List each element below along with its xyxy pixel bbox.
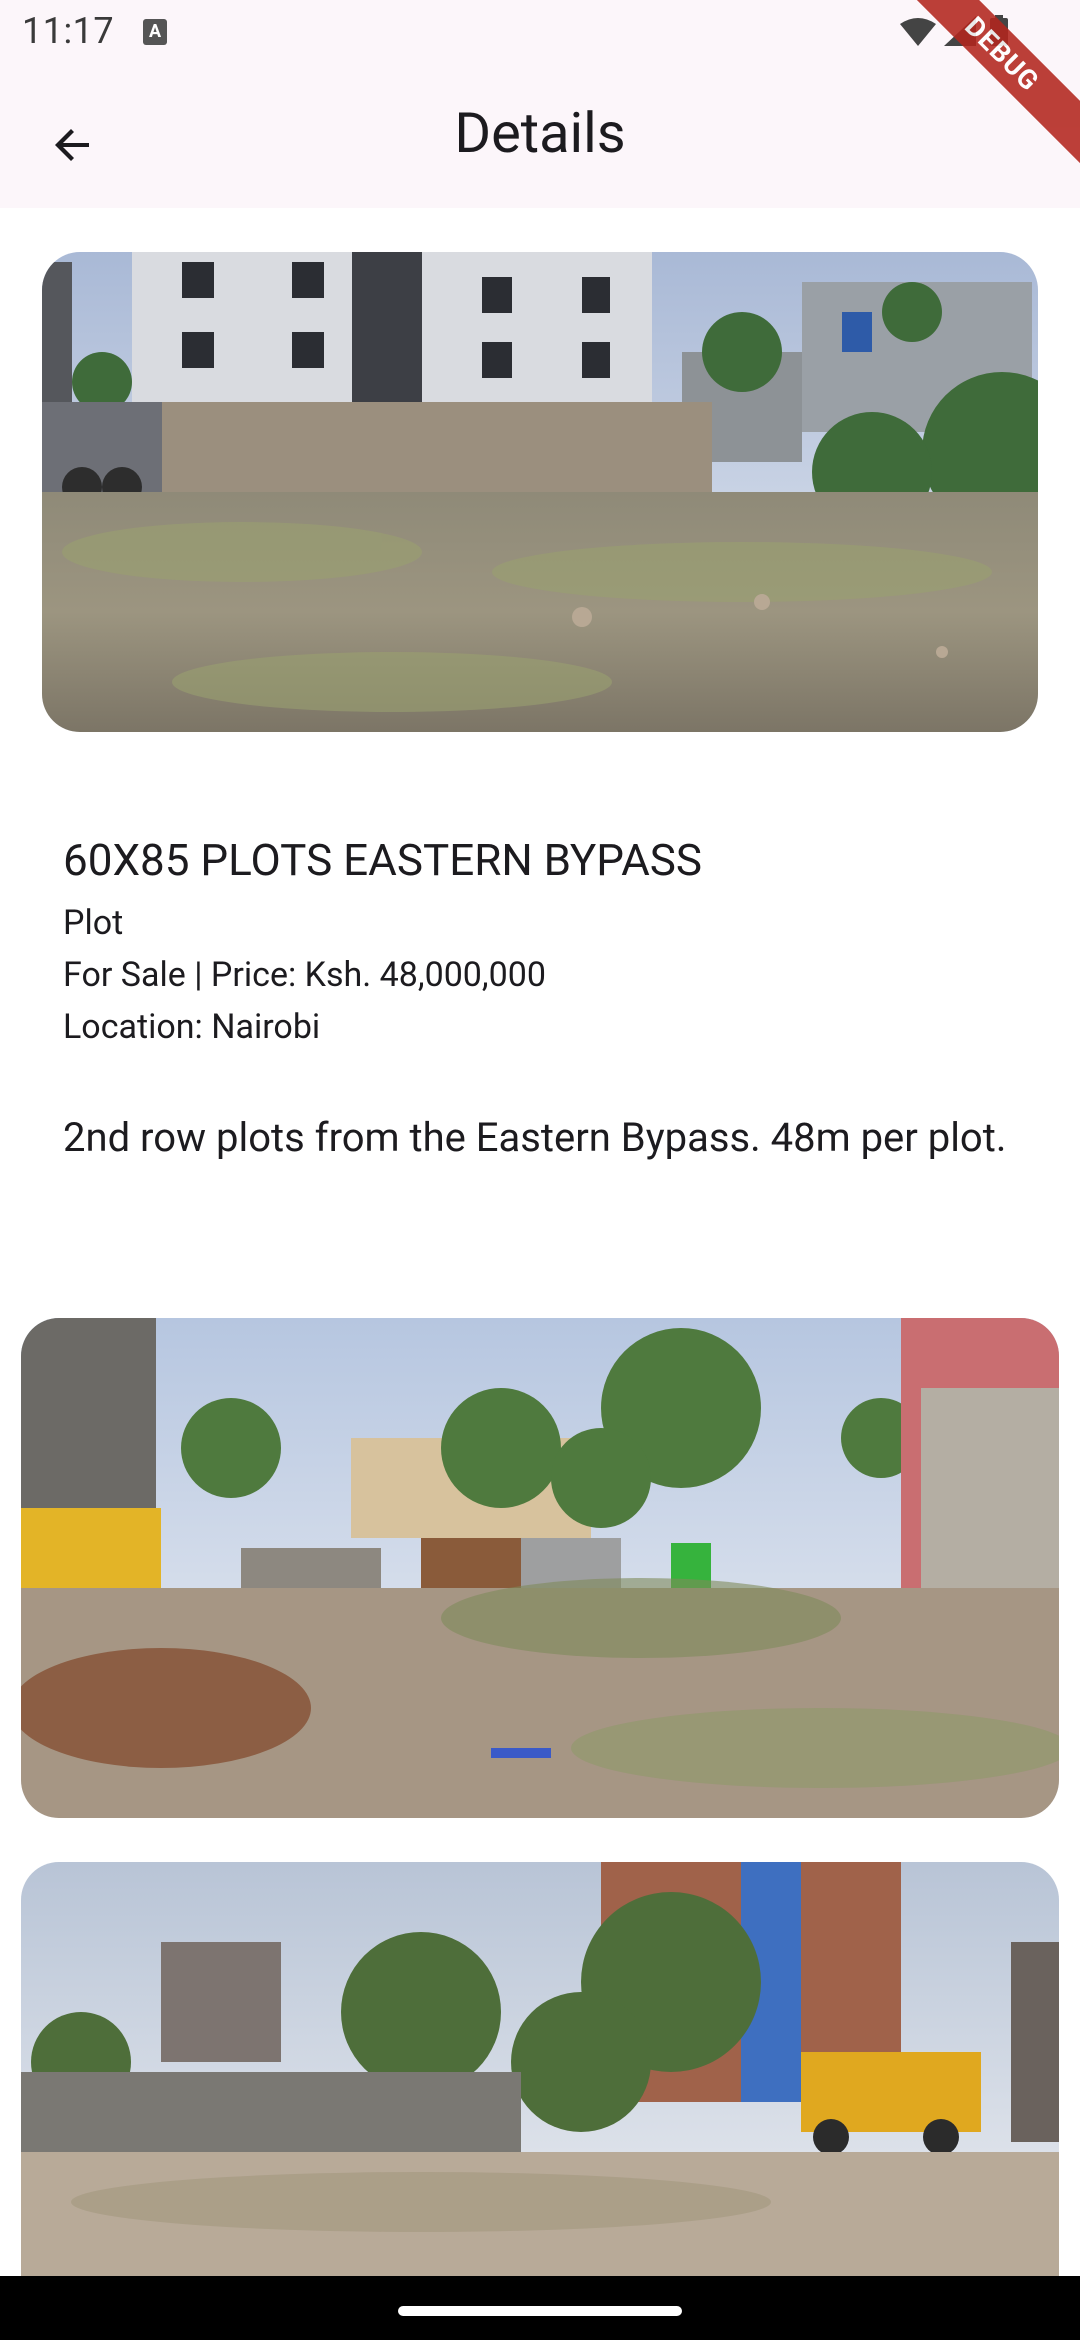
a-icon: A xyxy=(143,19,167,45)
listing-description: 2nd row plots from the Eastern Bypass. 4… xyxy=(63,1114,1007,1161)
plot-photo-1[interactable] xyxy=(42,252,1038,732)
status-bar: 11:17 A xyxy=(0,0,1080,62)
status-time: 11:17 xyxy=(22,10,115,52)
page-title: Details xyxy=(454,100,626,166)
listing-sale-price: For Sale | Price: Ksh. 48,000,000 xyxy=(63,955,546,995)
plot-photo-3[interactable] xyxy=(21,1862,1059,2282)
plot-photo-3-image xyxy=(21,1862,1059,2282)
wifi-icon xyxy=(900,18,936,46)
listing-title: 60X85 PLOTS EASTERN BYPASS xyxy=(63,834,703,886)
navigation-bar xyxy=(0,2276,1080,2340)
listing-type: Plot xyxy=(63,903,124,943)
listing-location: Location: Nairobi xyxy=(63,1007,321,1047)
app-bar: Details xyxy=(0,62,1080,208)
plot-photo-1-image xyxy=(42,252,1038,732)
plot-photo-2[interactable] xyxy=(21,1318,1059,1818)
plot-photo-2-image xyxy=(21,1318,1059,1818)
home-gesture-handle[interactable] xyxy=(398,2306,682,2316)
